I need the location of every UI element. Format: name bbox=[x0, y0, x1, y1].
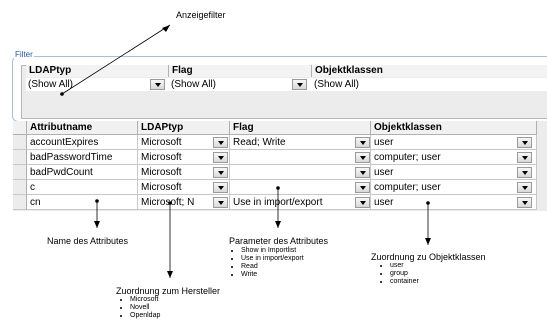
objektklassen-item: group bbox=[390, 270, 419, 278]
objektklassen-label: Zuordnung zu Objektklassen bbox=[371, 252, 486, 262]
hersteller-item: Openldap bbox=[130, 312, 160, 320]
parameter-list: Show in Importlist Use in import/export … bbox=[229, 247, 304, 279]
parameter-item: Use in import/export bbox=[241, 255, 304, 263]
parameter-item: Read bbox=[241, 263, 304, 271]
objektklassen-item: container bbox=[390, 278, 419, 286]
name-attribute-label: Name des Attributes bbox=[47, 236, 129, 246]
callout-dots bbox=[60, 92, 430, 205]
objektklassen-item: user bbox=[390, 262, 419, 270]
objektklassen-list: user group container bbox=[378, 262, 419, 286]
hersteller-label: Zuordnung zum Hersteller bbox=[116, 286, 221, 296]
hersteller-item: Novell bbox=[130, 304, 160, 312]
parameter-label: Parameter des Attributes bbox=[229, 236, 329, 246]
hersteller-item: Microsoft bbox=[130, 296, 160, 304]
hersteller-list: Microsoft Novell Openldap bbox=[118, 296, 160, 320]
parameter-item: Show in Importlist bbox=[241, 247, 304, 255]
parameter-item: Write bbox=[241, 271, 304, 279]
